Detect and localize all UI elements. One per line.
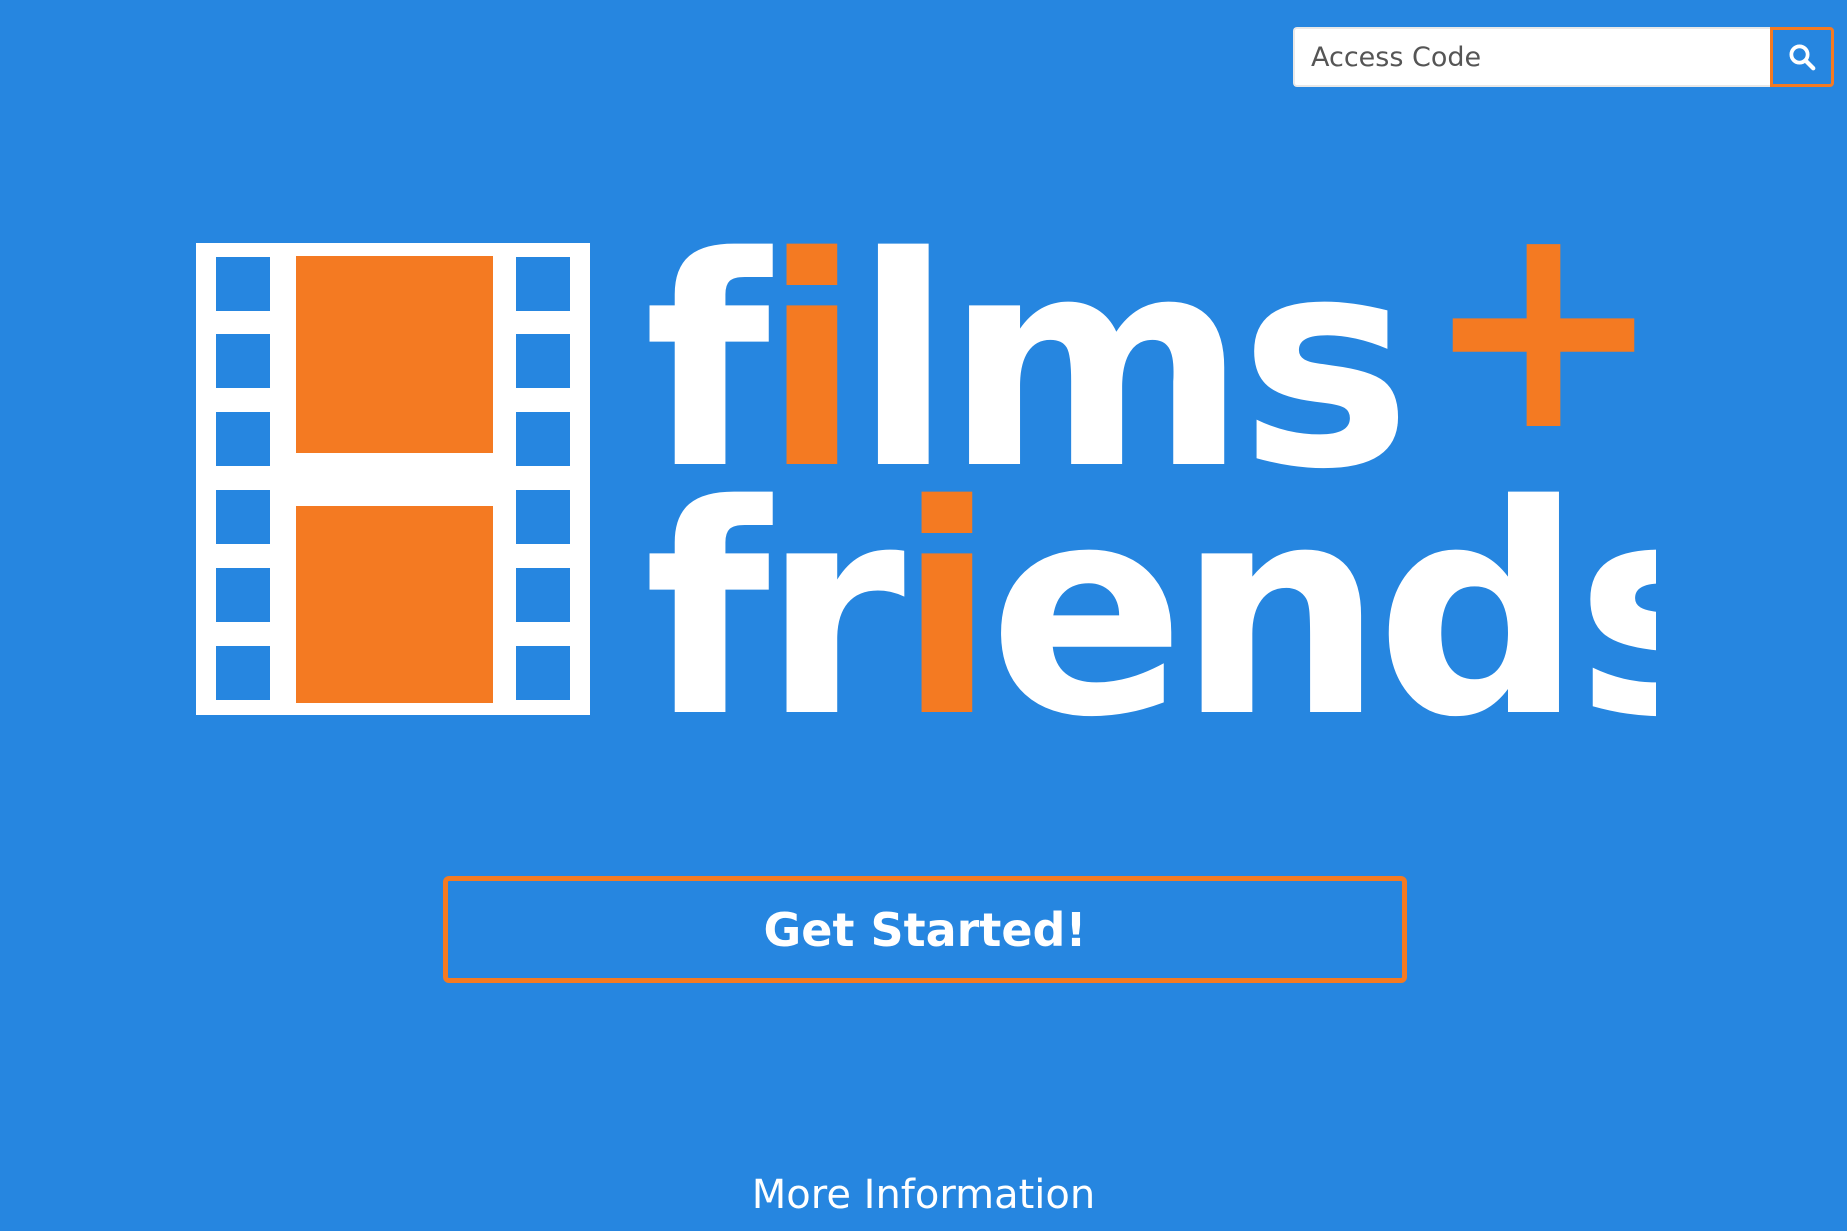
film-strip-icon xyxy=(196,243,590,715)
search-icon xyxy=(1789,44,1816,71)
get-started-button[interactable]: Get Started! xyxy=(443,876,1407,983)
more-information-link[interactable]: More Information xyxy=(0,1172,1847,1218)
logo-word-friends: friends xyxy=(644,444,1656,726)
access-code-input[interactable] xyxy=(1293,27,1770,87)
access-code-form xyxy=(1293,27,1834,87)
access-code-submit-button[interactable] xyxy=(1770,27,1834,87)
films-friends-logo: films + friends xyxy=(196,236,1656,726)
